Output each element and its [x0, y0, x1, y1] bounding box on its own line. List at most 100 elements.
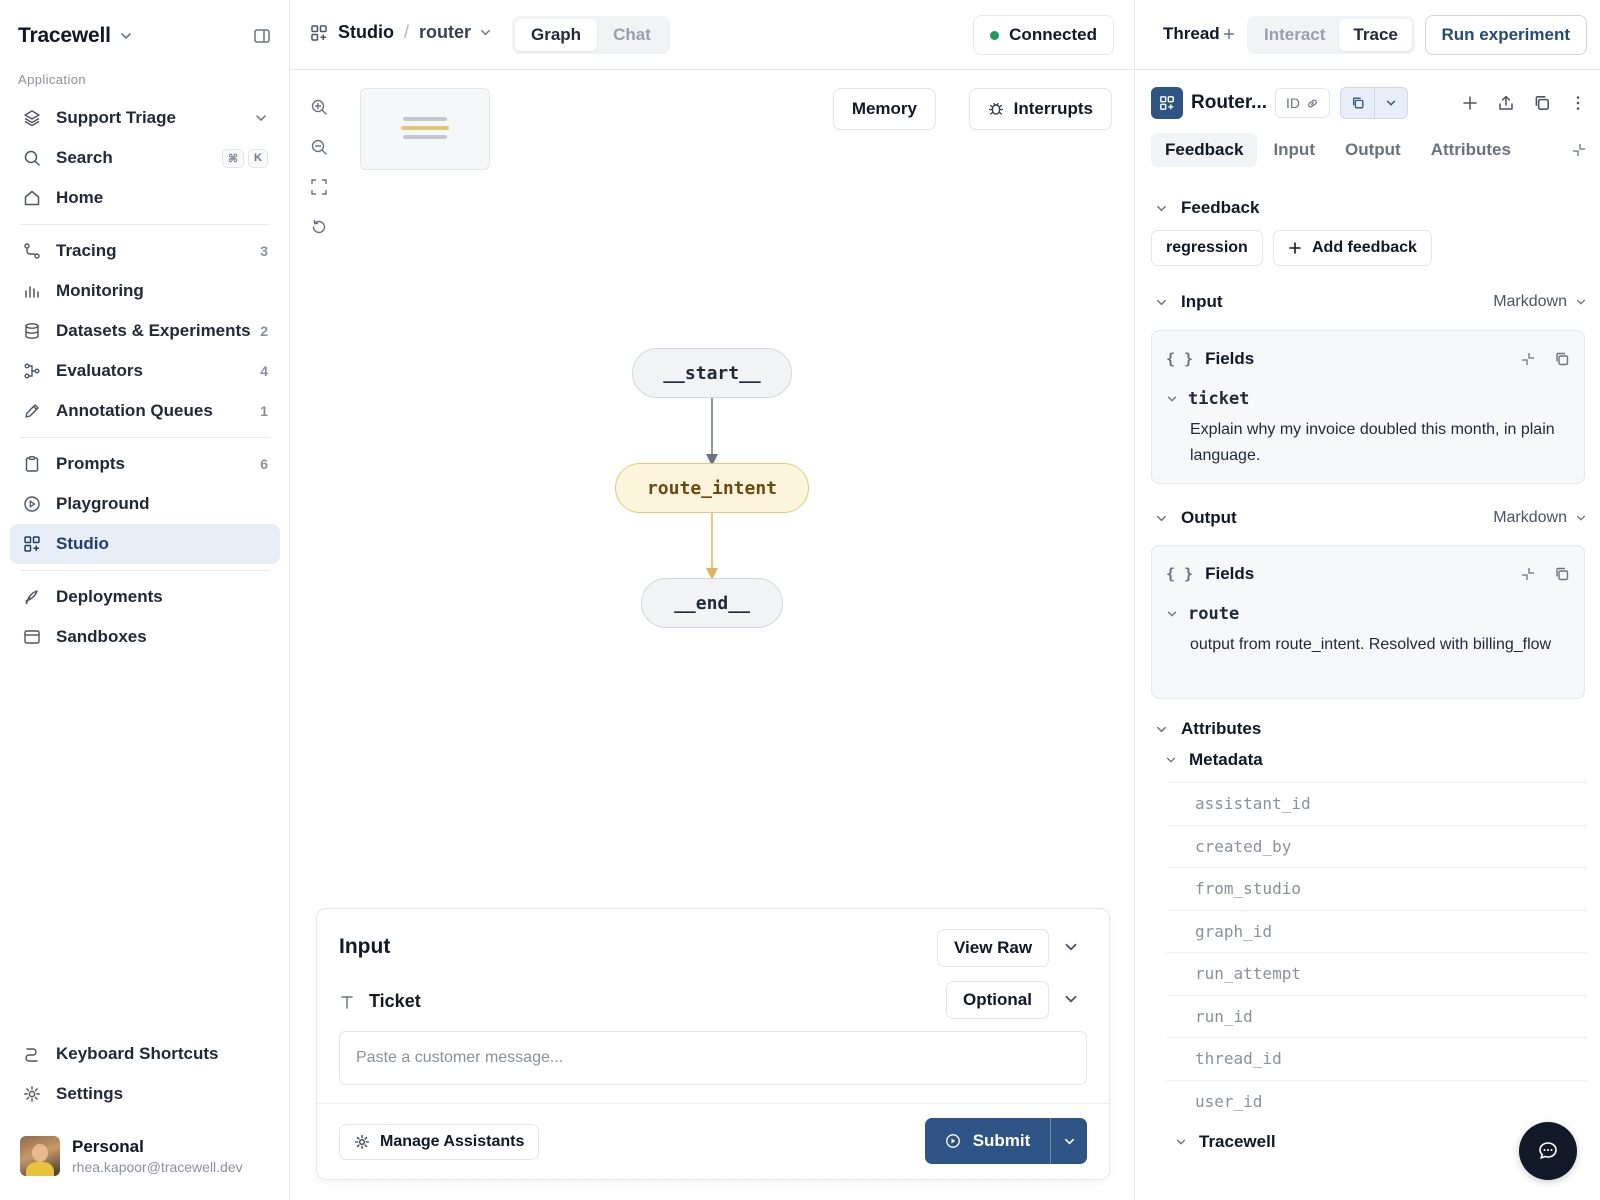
ticket-input[interactable]: [339, 1031, 1087, 1085]
feedback-section-header[interactable]: Feedback: [1151, 194, 1587, 222]
list-item[interactable]: run_attempt: [1167, 952, 1587, 995]
fields-header: { } Fields: [1166, 564, 1570, 584]
collapse-icon[interactable]: [1520, 351, 1536, 367]
list-item[interactable]: user_id: [1167, 1079, 1587, 1123]
sidebar-item-playground[interactable]: Playground: [10, 484, 280, 524]
duplicate-icon[interactable]: [1533, 94, 1551, 112]
copy-icon[interactable]: [1554, 566, 1570, 582]
chevron-down-icon[interactable]: [1063, 991, 1079, 1007]
list-item[interactable]: from_studio: [1167, 867, 1587, 910]
tab-graph[interactable]: Graph: [515, 19, 598, 51]
sidebar-item-settings[interactable]: Settings: [10, 1074, 280, 1114]
sidebar-item-monitoring[interactable]: Monitoring: [10, 271, 280, 311]
graph-selector[interactable]: router: [419, 22, 471, 43]
breadcrumb: Studio / router: [310, 22, 492, 43]
tab-input[interactable]: Input: [1259, 133, 1329, 167]
attributes-section-header[interactable]: Attributes: [1151, 715, 1587, 743]
input-format-select[interactable]: Markdown: [1493, 293, 1587, 311]
field-key[interactable]: ticket: [1166, 389, 1249, 409]
search-nav[interactable]: Search ⌘ K: [10, 138, 280, 178]
primary-nav: Support Triage Search ⌘ K Home Tracing 3…: [10, 98, 280, 657]
sidebar-item-sandboxes[interactable]: Sandboxes: [10, 617, 280, 657]
more-vertical-icon[interactable]: [1569, 94, 1587, 112]
view-raw-button[interactable]: View Raw: [937, 929, 1050, 967]
chevron-down-icon[interactable]: [119, 29, 133, 43]
sidebar-item-home[interactable]: Home: [10, 178, 280, 218]
list-item[interactable]: run_id: [1167, 994, 1587, 1038]
count-badge: 4: [260, 363, 268, 379]
run-tabs: Feedback Input Output Attributes: [1151, 132, 1587, 168]
text-type-icon: [339, 994, 355, 1010]
node-end[interactable]: __end__: [641, 578, 783, 628]
tab-chat[interactable]: Chat: [597, 19, 667, 51]
breadcrumb-root[interactable]: Studio: [338, 22, 394, 43]
collapse-icon[interactable]: [1520, 566, 1536, 582]
plus-icon[interactable]: [1461, 94, 1479, 112]
feedback-tag[interactable]: regression: [1151, 230, 1263, 266]
submit-label: Submit: [972, 1131, 1031, 1150]
tab-interact[interactable]: Interact: [1250, 19, 1339, 51]
tracewell-group-header[interactable]: Tracewell: [1175, 1132, 1276, 1152]
add-feedback-button[interactable]: Add feedback: [1273, 230, 1432, 266]
chevron-down-icon[interactable]: [1063, 939, 1079, 955]
collapse-icon[interactable]: [1571, 142, 1587, 158]
connection-status[interactable]: Connected: [973, 15, 1114, 55]
chevron-down-icon: [1165, 754, 1177, 766]
count-badge: 2: [260, 323, 268, 339]
copy-icon[interactable]: [1554, 351, 1570, 367]
sidebar-item-tracing[interactable]: Tracing 3: [10, 231, 280, 271]
output-fields-card: { } Fields route output from route_inten…: [1151, 545, 1585, 699]
field-key[interactable]: route: [1166, 604, 1239, 624]
output-section-header[interactable]: Output Markdown: [1151, 504, 1587, 532]
share-icon[interactable]: [1497, 94, 1515, 112]
search-icon: [22, 148, 42, 168]
count-badge: 6: [260, 456, 268, 472]
thread-selector[interactable]: Thread: [1163, 24, 1236, 44]
copy-icon[interactable]: [1341, 88, 1374, 118]
run-detail-panel: Thread Interact Trace Run experiment Rou…: [1134, 0, 1600, 1200]
metadata-group-header[interactable]: Metadata: [1165, 750, 1263, 770]
output-format-select[interactable]: Markdown: [1493, 509, 1587, 527]
sidebar-item-studio[interactable]: Studio: [10, 524, 280, 564]
run-experiment-button[interactable]: Run experiment: [1424, 15, 1587, 55]
chat-support-button[interactable]: [1519, 1122, 1577, 1180]
sidebar-item-label: Settings: [56, 1084, 124, 1103]
sidebar-item-keyboard-shortcuts[interactable]: Keyboard Shortcuts: [10, 1034, 280, 1074]
optional-toggle[interactable]: Optional: [946, 981, 1049, 1019]
sidebar-item-evaluators[interactable]: Evaluators 4: [10, 351, 280, 391]
tab-output[interactable]: Output: [1331, 133, 1415, 167]
view-toggle: Graph Chat: [512, 16, 670, 54]
tab-trace[interactable]: Trace: [1339, 19, 1412, 51]
list-item[interactable]: assistant_id: [1167, 782, 1587, 825]
sidebar-item-label: Evaluators: [56, 361, 143, 380]
submit-button[interactable]: Submit: [925, 1118, 1050, 1164]
project-selector[interactable]: Support Triage: [10, 98, 280, 138]
rocket-icon: [22, 587, 42, 607]
chevron-down-icon[interactable]: [1374, 88, 1407, 118]
shortcut-icon: [22, 1044, 42, 1064]
list-item[interactable]: thread_id: [1167, 1037, 1587, 1080]
submit-options-button[interactable]: [1050, 1118, 1087, 1164]
sidebar-toggle-icon[interactable]: [253, 27, 271, 45]
sidebar-item-datasets[interactable]: Datasets & Experiments 2: [10, 311, 280, 351]
manage-assistants-button[interactable]: Manage Assistants: [339, 1124, 540, 1160]
app-name[interactable]: Tracewell: [18, 24, 111, 48]
sidebar-item-prompts[interactable]: Prompts 6: [10, 444, 280, 484]
node-start[interactable]: __start__: [632, 348, 792, 398]
tab-attributes[interactable]: Attributes: [1417, 133, 1525, 167]
sidebar-item-deployments[interactable]: Deployments: [10, 577, 280, 617]
graph-canvas[interactable]: Memory Interrupts __start__ route_intent…: [290, 70, 1134, 1200]
list-item[interactable]: created_by: [1167, 824, 1587, 868]
node-route-intent[interactable]: route_intent: [615, 463, 809, 513]
play-circle-icon: [945, 1133, 961, 1149]
graph-edges: [706, 397, 718, 580]
input-panel-title: Input: [339, 935, 391, 958]
copy-id-button[interactable]: ID: [1275, 88, 1331, 118]
list-item[interactable]: graph_id: [1167, 909, 1587, 953]
user-profile[interactable]: Personal rhea.kapoor@tracewell.dev: [20, 1136, 243, 1176]
search-label: Search: [56, 148, 113, 167]
sidebar-item-annotation-queues[interactable]: Annotation Queues 1: [10, 391, 280, 431]
tab-feedback[interactable]: Feedback: [1151, 133, 1258, 167]
chevron-down-icon[interactable]: [479, 26, 492, 39]
input-section-header[interactable]: Input Markdown: [1151, 288, 1587, 316]
